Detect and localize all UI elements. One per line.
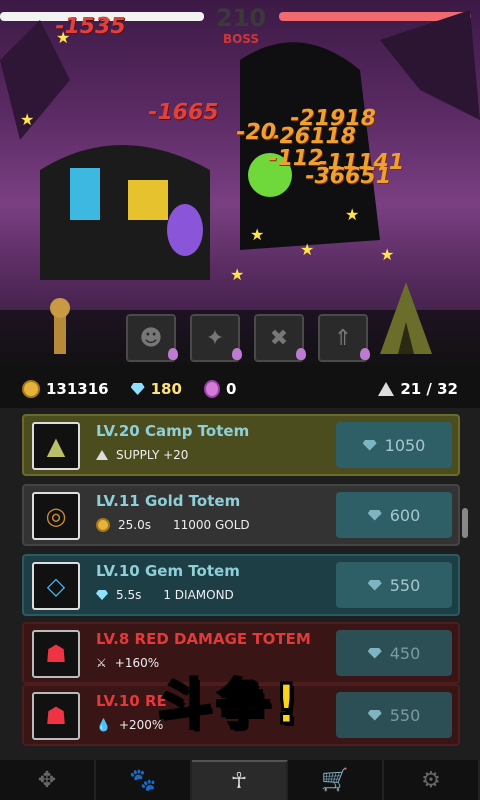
star-icon: ★	[230, 265, 245, 284]
totem-stat: 5.5s	[116, 588, 142, 602]
cart-icon: 🛒	[321, 767, 349, 793]
upgrade-button[interactable]: 450	[336, 630, 452, 676]
potion-icon	[203, 380, 220, 398]
totem-title: LV.20 Camp Totem	[96, 422, 250, 440]
damage-number: -36651	[302, 164, 393, 189]
camp-amount: 21 / 32	[400, 380, 458, 398]
upgrade-price: 550	[389, 705, 421, 725]
diamond-icon	[367, 647, 382, 659]
diamond-icon	[367, 509, 382, 521]
totem-pole-icon	[50, 298, 70, 354]
star-icon: ★	[380, 245, 395, 264]
gold-amount: 131316	[46, 380, 109, 398]
upgrade-button[interactable]: 1050	[336, 422, 452, 468]
totem-stats: 5.5s 1 DIAMOND	[96, 588, 234, 602]
totem-title: LV.8 RED DAMAGE TOTEM	[96, 630, 311, 648]
totem-stat: SUPPLY +20	[116, 448, 189, 462]
totems-tab[interactable]: ☥	[192, 760, 288, 800]
diamond-icon	[367, 579, 382, 591]
totem-stats: SUPPLY +20	[96, 448, 188, 462]
totem-title: LV.10 Gem Totem	[96, 562, 240, 580]
totem-stats: ⚔ +160%	[96, 656, 159, 670]
settings-tab[interactable]: ⚙	[384, 760, 480, 800]
tent-icon	[378, 382, 395, 396]
totem-stats: 25.0s 11000 GOLD	[96, 518, 250, 532]
bottom-nav: ✥ 🐾 ☥ 🛒 ⚙	[0, 760, 480, 800]
damage-number: -20	[233, 120, 278, 145]
resource-bar: 131316 180 0 21 / 32	[0, 370, 480, 408]
gear-icon: ⚙	[421, 767, 441, 793]
diamond-icon	[130, 383, 145, 395]
totem-stats: 💧 +200%	[96, 718, 163, 732]
upgrade-price: 1050	[384, 435, 426, 455]
diamond-icon	[96, 590, 108, 600]
units-tab[interactable]: ✥	[0, 760, 96, 800]
totem-stat: +200%	[118, 718, 164, 732]
upgrade-button[interactable]: 550	[336, 692, 452, 738]
diamond-amount: 180	[150, 380, 182, 398]
totem-card-gem: ◇ LV.10 Gem Totem 5.5s 1 DIAMOND 550	[22, 554, 460, 616]
sword-icon: ⚔	[96, 656, 107, 670]
damage-number: -1665	[145, 100, 221, 125]
ankh-icon: ☥	[230, 768, 248, 794]
potion-icon	[360, 348, 370, 360]
totem-stat: 25.0s	[118, 518, 151, 532]
gold-ring-icon: ◎	[32, 492, 80, 540]
upgrade-price: 550	[389, 575, 421, 595]
totem-stat: +160%	[114, 656, 160, 670]
star-icon: ★	[56, 28, 71, 47]
totem-stat: 11000 GOLD	[172, 518, 250, 532]
upgrade-button[interactable]: 550	[336, 562, 452, 608]
units-icon: ✥	[37, 767, 57, 793]
tent-icon	[96, 450, 108, 460]
gold-coin-icon	[22, 380, 40, 398]
camp-capacity: 21 / 32	[378, 380, 458, 398]
scrollbar[interactable]	[462, 508, 468, 538]
gold-coin-icon	[96, 518, 110, 532]
potion-icon	[168, 348, 178, 360]
totem-title: LV.10 RE	[96, 692, 167, 710]
battle-scene: 210 BOSS -1535 -1665 -21918 -26118 -20 -…	[0, 0, 480, 370]
totem-card-camp: ▲ LV.20 Camp Totem SUPPLY +20 1050	[22, 414, 460, 476]
fight-banner: 斗争!	[157, 672, 303, 738]
drop-icon: 💧	[96, 718, 111, 732]
potion-amount: 0	[225, 380, 237, 398]
diamond-icon: ◇	[32, 562, 80, 610]
totem-card-gold: ◎ LV.11 Gold Totem 25.0s 11000 GOLD 600	[22, 484, 460, 546]
shop-tab[interactable]: 🛒	[288, 760, 384, 800]
tent-icon: ▲	[32, 422, 80, 470]
potion-resource: 0	[203, 380, 237, 398]
pets-tab[interactable]: 🐾	[96, 760, 192, 800]
paw-icon: 🐾	[129, 767, 157, 793]
potion-icon	[232, 348, 242, 360]
star-icon: ★	[345, 205, 360, 224]
diamond-icon	[367, 709, 382, 721]
star-icon: ★	[300, 240, 315, 259]
star-icon: ★	[20, 110, 35, 129]
tent-totem-icon	[380, 282, 432, 354]
upgrade-button[interactable]: 600	[336, 492, 452, 538]
red-totem-icon: ☗	[32, 630, 80, 678]
star-icon: ★	[250, 225, 265, 244]
upgrade-price: 600	[389, 505, 421, 525]
potion-icon	[296, 348, 306, 360]
gold-resource: 131316	[22, 380, 109, 398]
totem-stat: 1 DIAMOND	[163, 588, 234, 602]
battle-background	[0, 10, 480, 280]
totem-title: LV.11 Gold Totem	[96, 492, 241, 510]
red-totem-icon: ☗	[32, 692, 80, 740]
upgrade-price: 450	[389, 643, 421, 663]
diamond-icon	[362, 439, 377, 451]
diamond-resource: 180	[130, 380, 182, 398]
